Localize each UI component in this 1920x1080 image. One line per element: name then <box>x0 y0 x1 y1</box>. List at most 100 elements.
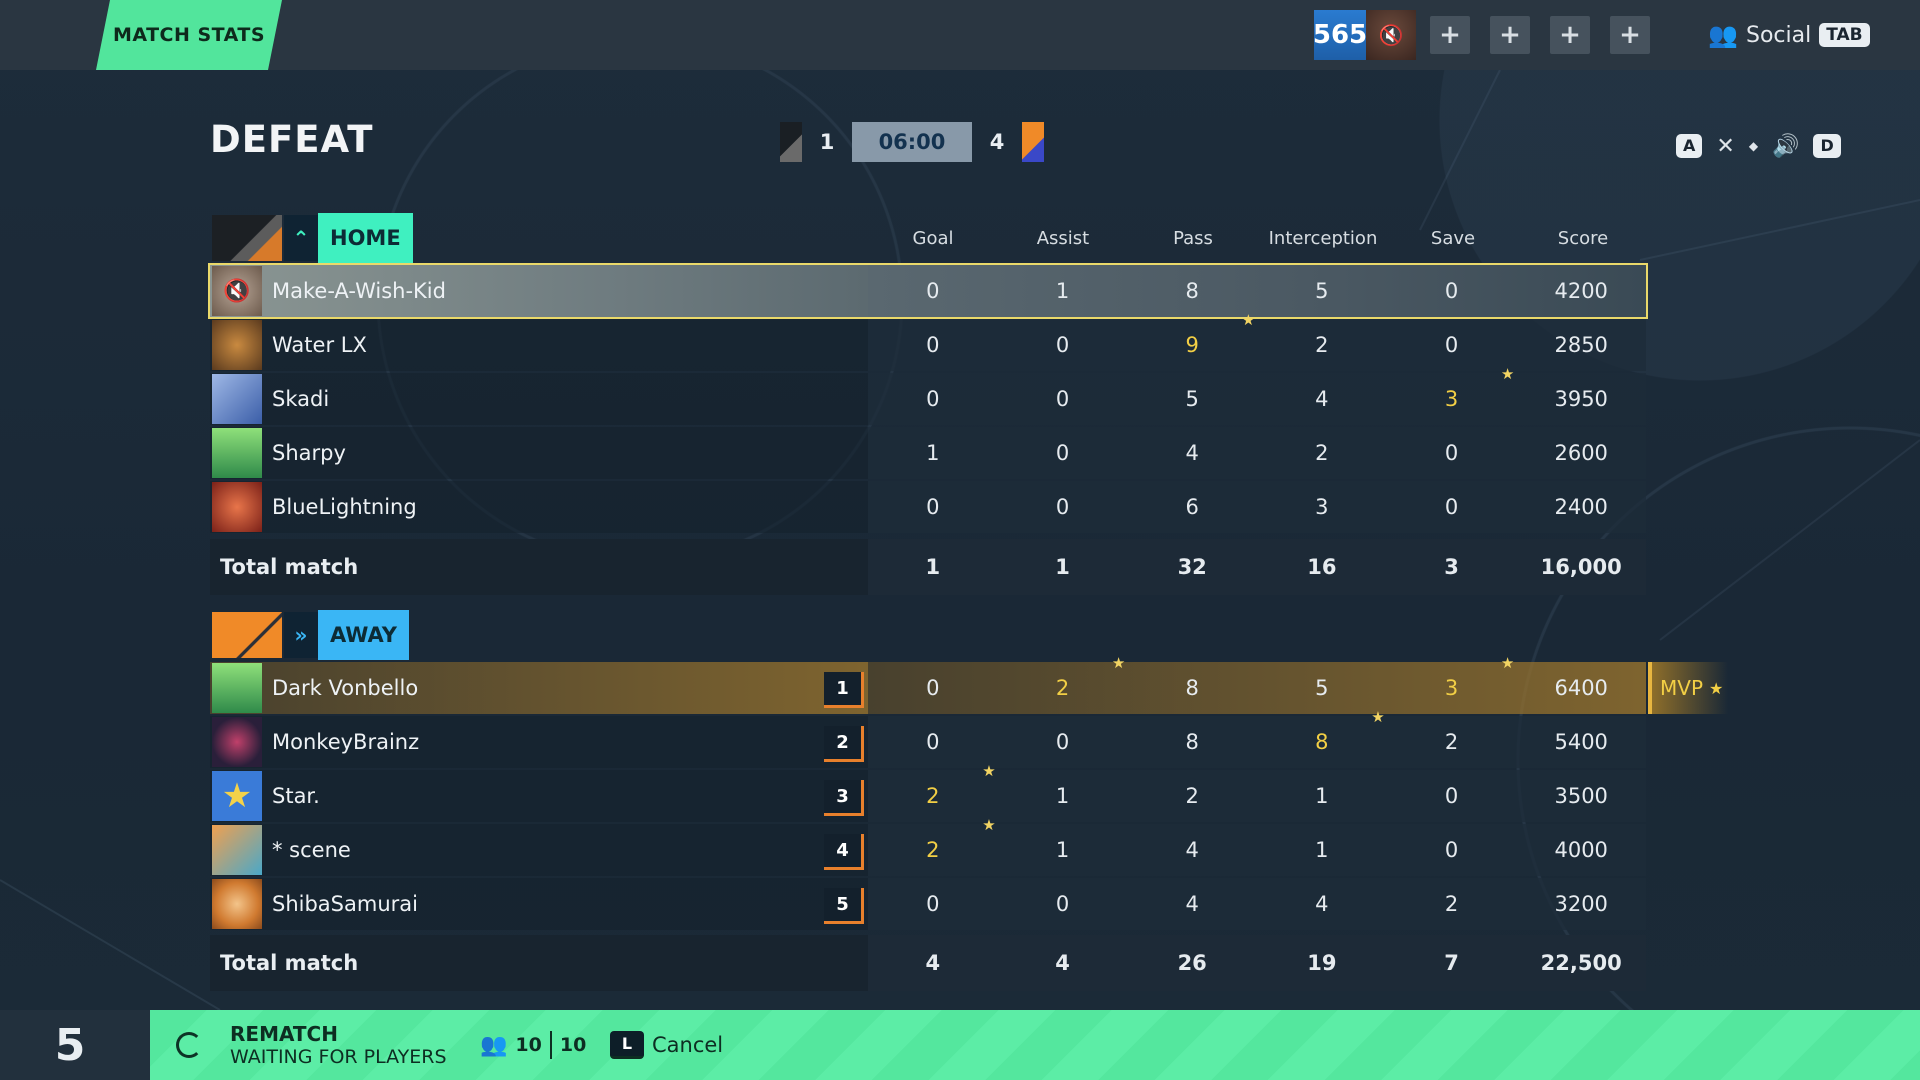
home-score: 1 <box>819 130 835 154</box>
stat-goal: 0 <box>926 892 940 916</box>
star-icon: ★ <box>1371 708 1385 726</box>
table-row[interactable]: Dark Vonbello 1 0 2 ★ 8 5 3 ★ 6400 <box>210 654 1646 714</box>
player-avatar <box>212 663 262 713</box>
column-header: Score <box>1557 228 1609 249</box>
l-keycap: L <box>610 1031 644 1059</box>
rematch-bar: 5 REMATCH WAITING FOR PLAYERS 👥 10 10 L … <box>0 1010 1920 1080</box>
stat-goal: 0 <box>926 279 940 303</box>
stat-save: 2 <box>1444 892 1459 916</box>
column-header: Goal <box>912 228 954 249</box>
add-party-slot-button[interactable]: + <box>1610 16 1650 54</box>
stat-score: 4000 <box>1554 838 1608 862</box>
stat-interception: 5 <box>1315 279 1329 303</box>
star-icon: ★ <box>982 762 996 780</box>
player-avatar <box>212 717 262 767</box>
stat-assist: 0 <box>1055 892 1070 916</box>
social-button[interactable]: 👥 Social TAB <box>1708 18 1870 52</box>
player-name: Sharpy <box>272 441 346 465</box>
tab-match-stats[interactable]: MATCH STATS <box>96 0 282 70</box>
star-icon: ★ <box>982 816 996 834</box>
player-name: Water LX <box>272 333 367 357</box>
speaker-muted-icon: 🔇 <box>1378 23 1404 47</box>
cancel-rematch-button[interactable]: L Cancel <box>610 1030 723 1060</box>
stat-value: 3 <box>1444 387 1459 411</box>
muted-avatar-button[interactable]: 🔇 <box>1366 10 1416 60</box>
rematch-panel <box>150 1010 1920 1080</box>
player-level: 565 <box>1313 10 1367 60</box>
add-party-slot-button[interactable]: + <box>1490 16 1530 54</box>
stat-save: 0 <box>1444 441 1459 465</box>
stat-save: 0 <box>1444 784 1459 808</box>
top-bar: MATCH STATS 565 🔇 + + + + 👥 Social TAB <box>0 0 1920 70</box>
away-team-swatch <box>1022 122 1044 162</box>
total-save: 3 <box>1444 555 1459 579</box>
total-save: 7 <box>1444 951 1459 975</box>
mvp-badge: MVP ★ <box>1648 662 1728 714</box>
player-name: Make-A-Wish-Kid <box>272 279 446 303</box>
table-row[interactable]: Water LX 0 0 9 ★ 2 0 2850 <box>210 311 1646 371</box>
stat-goal: 0 <box>926 495 940 519</box>
table-row[interactable]: Sharpy 1 0 4 2 0 2600 <box>210 427 1646 479</box>
player-avatar <box>212 428 262 478</box>
social-label: Social <box>1746 22 1812 48</box>
total-score: 16,000 <box>1540 555 1622 579</box>
stat-pass: 8 <box>1185 279 1199 303</box>
stat-pass: 5 <box>1185 387 1199 411</box>
microphone-muted-icon[interactable]: ✕ <box>1716 134 1734 159</box>
stat-score: 4200 <box>1554 279 1608 303</box>
star-icon: ★ <box>1709 678 1724 698</box>
stat-interception: 1 <box>1315 784 1329 808</box>
cancel-label: Cancel <box>652 1033 724 1057</box>
player-avatar <box>212 879 262 929</box>
stat-assist: 0 <box>1055 387 1070 411</box>
stat-assist: 1 <box>1055 838 1070 862</box>
stat-goal: 2 ★ <box>868 762 998 808</box>
total-label: Total match <box>210 935 868 991</box>
home-team-flag <box>212 215 282 261</box>
column-headers: Goal Assist Pass Interception Save Score <box>868 228 1648 250</box>
people-icon: 👥 <box>480 1032 508 1058</box>
people-icon: 👥 <box>1708 21 1738 49</box>
rank-badge: 3 <box>824 780 864 816</box>
table-row[interactable]: MonkeyBrainz 2 0 0 8 8 ★ 2 5400 <box>210 708 1646 768</box>
rank-badge: 5 <box>824 888 864 924</box>
key-d[interactable]: D <box>1813 134 1841 158</box>
add-party-slot-button[interactable]: + <box>1550 16 1590 54</box>
table-row[interactable]: ★ Star. 3 2 ★ 1 2 1 0 3500 <box>210 762 1646 822</box>
player-name: ShibaSamurai <box>272 892 418 916</box>
speaker-icon[interactable]: 🔊 <box>1772 134 1799 159</box>
stat-interception: 3 <box>1315 495 1329 519</box>
stat-score: 3500 <box>1554 784 1608 808</box>
stat-save: 3 ★ <box>1387 365 1517 411</box>
total-interception: 16 <box>1307 555 1337 579</box>
table-row[interactable]: BlueLightning 0 0 6 3 0 2400 <box>210 481 1646 533</box>
stat-save: 0 <box>1444 838 1459 862</box>
table-row[interactable]: ShibaSamurai 5 0 0 4 4 2 3200 <box>210 878 1646 930</box>
total-interception: 19 <box>1307 951 1337 975</box>
stat-interception: 4 <box>1315 387 1329 411</box>
key-a[interactable]: A <box>1676 134 1703 158</box>
away-team-emblem-icon: » <box>284 612 318 658</box>
rematch-status: WAITING FOR PLAYERS <box>230 1046 447 1068</box>
player-name: BlueLightning <box>272 495 417 519</box>
players-ready: 👥 10 10 <box>480 1030 586 1060</box>
table-row[interactable]: * scene 4 2 ★ 1 4 1 0 4000 <box>210 816 1646 876</box>
stat-save: 3 ★ <box>1387 654 1517 700</box>
players-total-count: 10 <box>559 1034 587 1056</box>
table-row[interactable]: 🔇 Make-A-Wish-Kid 0 1 8 5 0 4200 <box>208 263 1648 319</box>
stat-assist: 0 <box>1055 495 1070 519</box>
stat-value: 2 <box>926 784 940 808</box>
divider <box>549 1031 552 1059</box>
column-header: Pass <box>1173 228 1213 249</box>
stat-pass: 9 ★ <box>1127 311 1257 357</box>
total-score: 22,500 <box>1540 951 1622 975</box>
add-party-slot-button[interactable]: + <box>1430 16 1470 54</box>
stat-score: 6400 <box>1554 676 1608 700</box>
table-row[interactable]: Skadi 0 0 5 4 3 ★ 3950 <box>210 365 1646 425</box>
stat-interception: 2 <box>1315 333 1329 357</box>
stat-assist: 2 ★ <box>998 654 1128 700</box>
rank-badge: 2 <box>824 726 864 762</box>
home-team-emblem-icon: ⌃ <box>284 215 318 261</box>
total-pass: 32 <box>1177 555 1207 579</box>
stat-goal: 0 <box>926 333 940 357</box>
